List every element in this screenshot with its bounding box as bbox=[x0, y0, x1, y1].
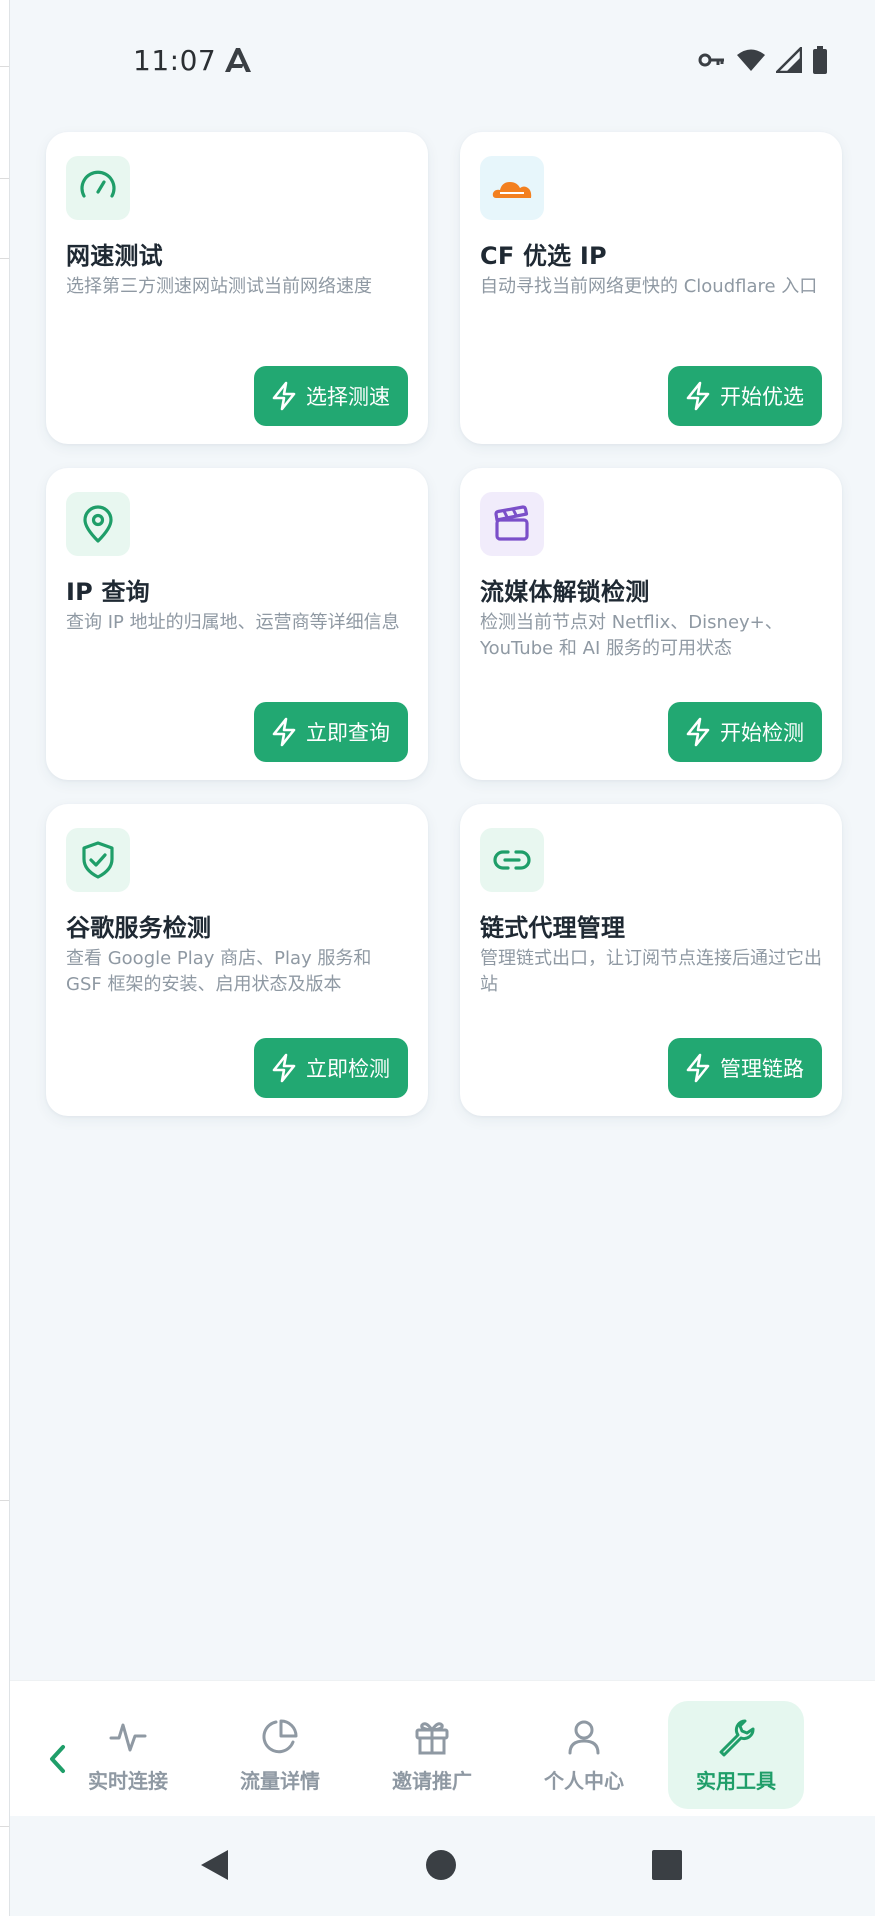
tool-description: 查看 Google Play 商店、Play 服务和 GSF 框架的安装、启用状… bbox=[66, 948, 372, 995]
wifi-icon bbox=[736, 48, 766, 76]
status-bar: 11:07 bbox=[10, 0, 875, 120]
bolt-icon bbox=[272, 717, 296, 747]
edge-line bbox=[0, 1500, 9, 1501]
tool-description: 检测当前节点对 Netflix、Disney+、YouTube 和 AI 服务的… bbox=[480, 612, 783, 659]
tool-card-ip-lookup: IP 查询 查询 IP 地址的归属地、运营商等详细信息 立即查询 bbox=[46, 468, 428, 780]
nav-label: 实用工具 bbox=[696, 1768, 776, 1793]
tool-title: CF 优选 IP bbox=[480, 242, 607, 270]
signal-icon bbox=[773, 44, 803, 77]
tool-title: 链式代理管理 bbox=[480, 914, 626, 942]
tool-card-speed-test: 网速测试 选择第三方测速网站测试当前网络速度 选择测速 bbox=[46, 132, 428, 444]
chevron-left-icon bbox=[50, 1745, 65, 1773]
start-optimize-button[interactable]: 开始优选 bbox=[668, 366, 822, 426]
pie-chart-icon bbox=[262, 1719, 298, 1753]
manage-links-button[interactable]: 管理链路 bbox=[668, 1038, 822, 1098]
bolt-icon bbox=[686, 717, 710, 747]
clapperboard-icon bbox=[480, 492, 544, 556]
circle-home-icon bbox=[426, 1850, 456, 1880]
tool-title: 谷歌服务检测 bbox=[66, 914, 212, 942]
square-recents-icon bbox=[652, 1850, 682, 1880]
tool-description: 自动寻找当前网络更快的 Cloudflare 入口 bbox=[480, 276, 818, 297]
speedometer-icon bbox=[66, 156, 130, 220]
app-screen: 11:07 网速测试 选择第三方测速网站测试当前网络速度 选择测速 CF 优选 … bbox=[9, 0, 875, 1916]
activity-icon bbox=[109, 1723, 147, 1751]
app-logo-icon bbox=[223, 46, 253, 78]
tool-card-streaming-unlock: 流媒体解锁检测 检测当前节点对 Netflix、Disney+、YouTube … bbox=[460, 468, 842, 780]
select-speed-test-button[interactable]: 选择测速 bbox=[254, 366, 408, 426]
nav-item-traffic-details[interactable]: 流量详情 bbox=[212, 1701, 348, 1809]
system-recents-button[interactable] bbox=[650, 1848, 684, 1886]
user-icon bbox=[568, 1720, 600, 1754]
scroll-left-button[interactable] bbox=[32, 1714, 82, 1804]
tool-title: 流媒体解锁检测 bbox=[480, 578, 650, 606]
gift-icon bbox=[415, 1721, 449, 1754]
bolt-icon bbox=[272, 381, 296, 411]
cloud-icon bbox=[480, 156, 544, 220]
tool-description: 选择第三方测速网站测试当前网络速度 bbox=[66, 276, 372, 297]
bolt-icon bbox=[686, 381, 710, 411]
map-pin-icon bbox=[66, 492, 130, 556]
link-icon bbox=[480, 828, 544, 892]
tool-title: IP 查询 bbox=[66, 578, 150, 606]
edge-line bbox=[0, 258, 9, 259]
button-label: 立即检测 bbox=[306, 1058, 390, 1081]
bolt-icon bbox=[686, 1053, 710, 1083]
bolt-icon bbox=[272, 1053, 296, 1083]
tool-card-google-services: 谷歌服务检测 查看 Google Play 商店、Play 服务和 GSF 框架… bbox=[46, 804, 428, 1116]
nav-item-utilities[interactable]: 实用工具 bbox=[668, 1701, 804, 1809]
check-now-button[interactable]: 立即检测 bbox=[254, 1038, 408, 1098]
query-now-button[interactable]: 立即查询 bbox=[254, 702, 408, 762]
status-icons bbox=[698, 44, 828, 78]
status-time: 11:07 bbox=[133, 44, 217, 77]
nav-item-personal-center[interactable]: 个人中心 bbox=[516, 1701, 652, 1809]
vpn-key-icon bbox=[698, 52, 726, 72]
tool-description: 查询 IP 地址的归属地、运营商等详细信息 bbox=[66, 612, 400, 633]
system-back-button[interactable] bbox=[198, 1848, 232, 1886]
wrench-icon bbox=[719, 1719, 755, 1756]
tool-title: 网速测试 bbox=[66, 242, 163, 270]
button-label: 管理链路 bbox=[720, 1058, 804, 1081]
tool-card-proxy-chain: 链式代理管理 管理链式出口，让订阅节点连接后通过它出站 管理链路 bbox=[460, 804, 842, 1116]
edge-line bbox=[0, 1826, 9, 1827]
nav-label: 流量详情 bbox=[240, 1768, 320, 1793]
system-nav-bar bbox=[10, 1816, 875, 1916]
bottom-nav: 实时连接 流量详情 邀请推广 个人中心 实用工具 bbox=[10, 1680, 875, 1816]
system-home-button[interactable] bbox=[424, 1848, 458, 1886]
button-label: 开始检测 bbox=[720, 722, 804, 745]
nav-label: 个人中心 bbox=[544, 1768, 624, 1793]
button-label: 立即查询 bbox=[306, 722, 390, 745]
tool-description: 管理链式出口，让订阅节点连接后通过它出站 bbox=[480, 948, 822, 995]
edge-line bbox=[0, 66, 9, 67]
nav-label: 邀请推广 bbox=[392, 1768, 472, 1793]
nav-label: 实时连接 bbox=[88, 1768, 168, 1793]
triangle-back-icon bbox=[201, 1850, 228, 1880]
button-label: 选择测速 bbox=[306, 386, 390, 409]
start-check-button[interactable]: 开始检测 bbox=[668, 702, 822, 762]
tool-card-cf-ip: CF 优选 IP 自动寻找当前网络更快的 Cloudflare 入口 开始优选 bbox=[460, 132, 842, 444]
edge-line bbox=[0, 178, 9, 179]
button-label: 开始优选 bbox=[720, 386, 804, 409]
battery-icon bbox=[812, 46, 828, 78]
shield-check-icon bbox=[66, 828, 130, 892]
nav-item-invite-promote[interactable]: 邀请推广 bbox=[364, 1701, 500, 1809]
